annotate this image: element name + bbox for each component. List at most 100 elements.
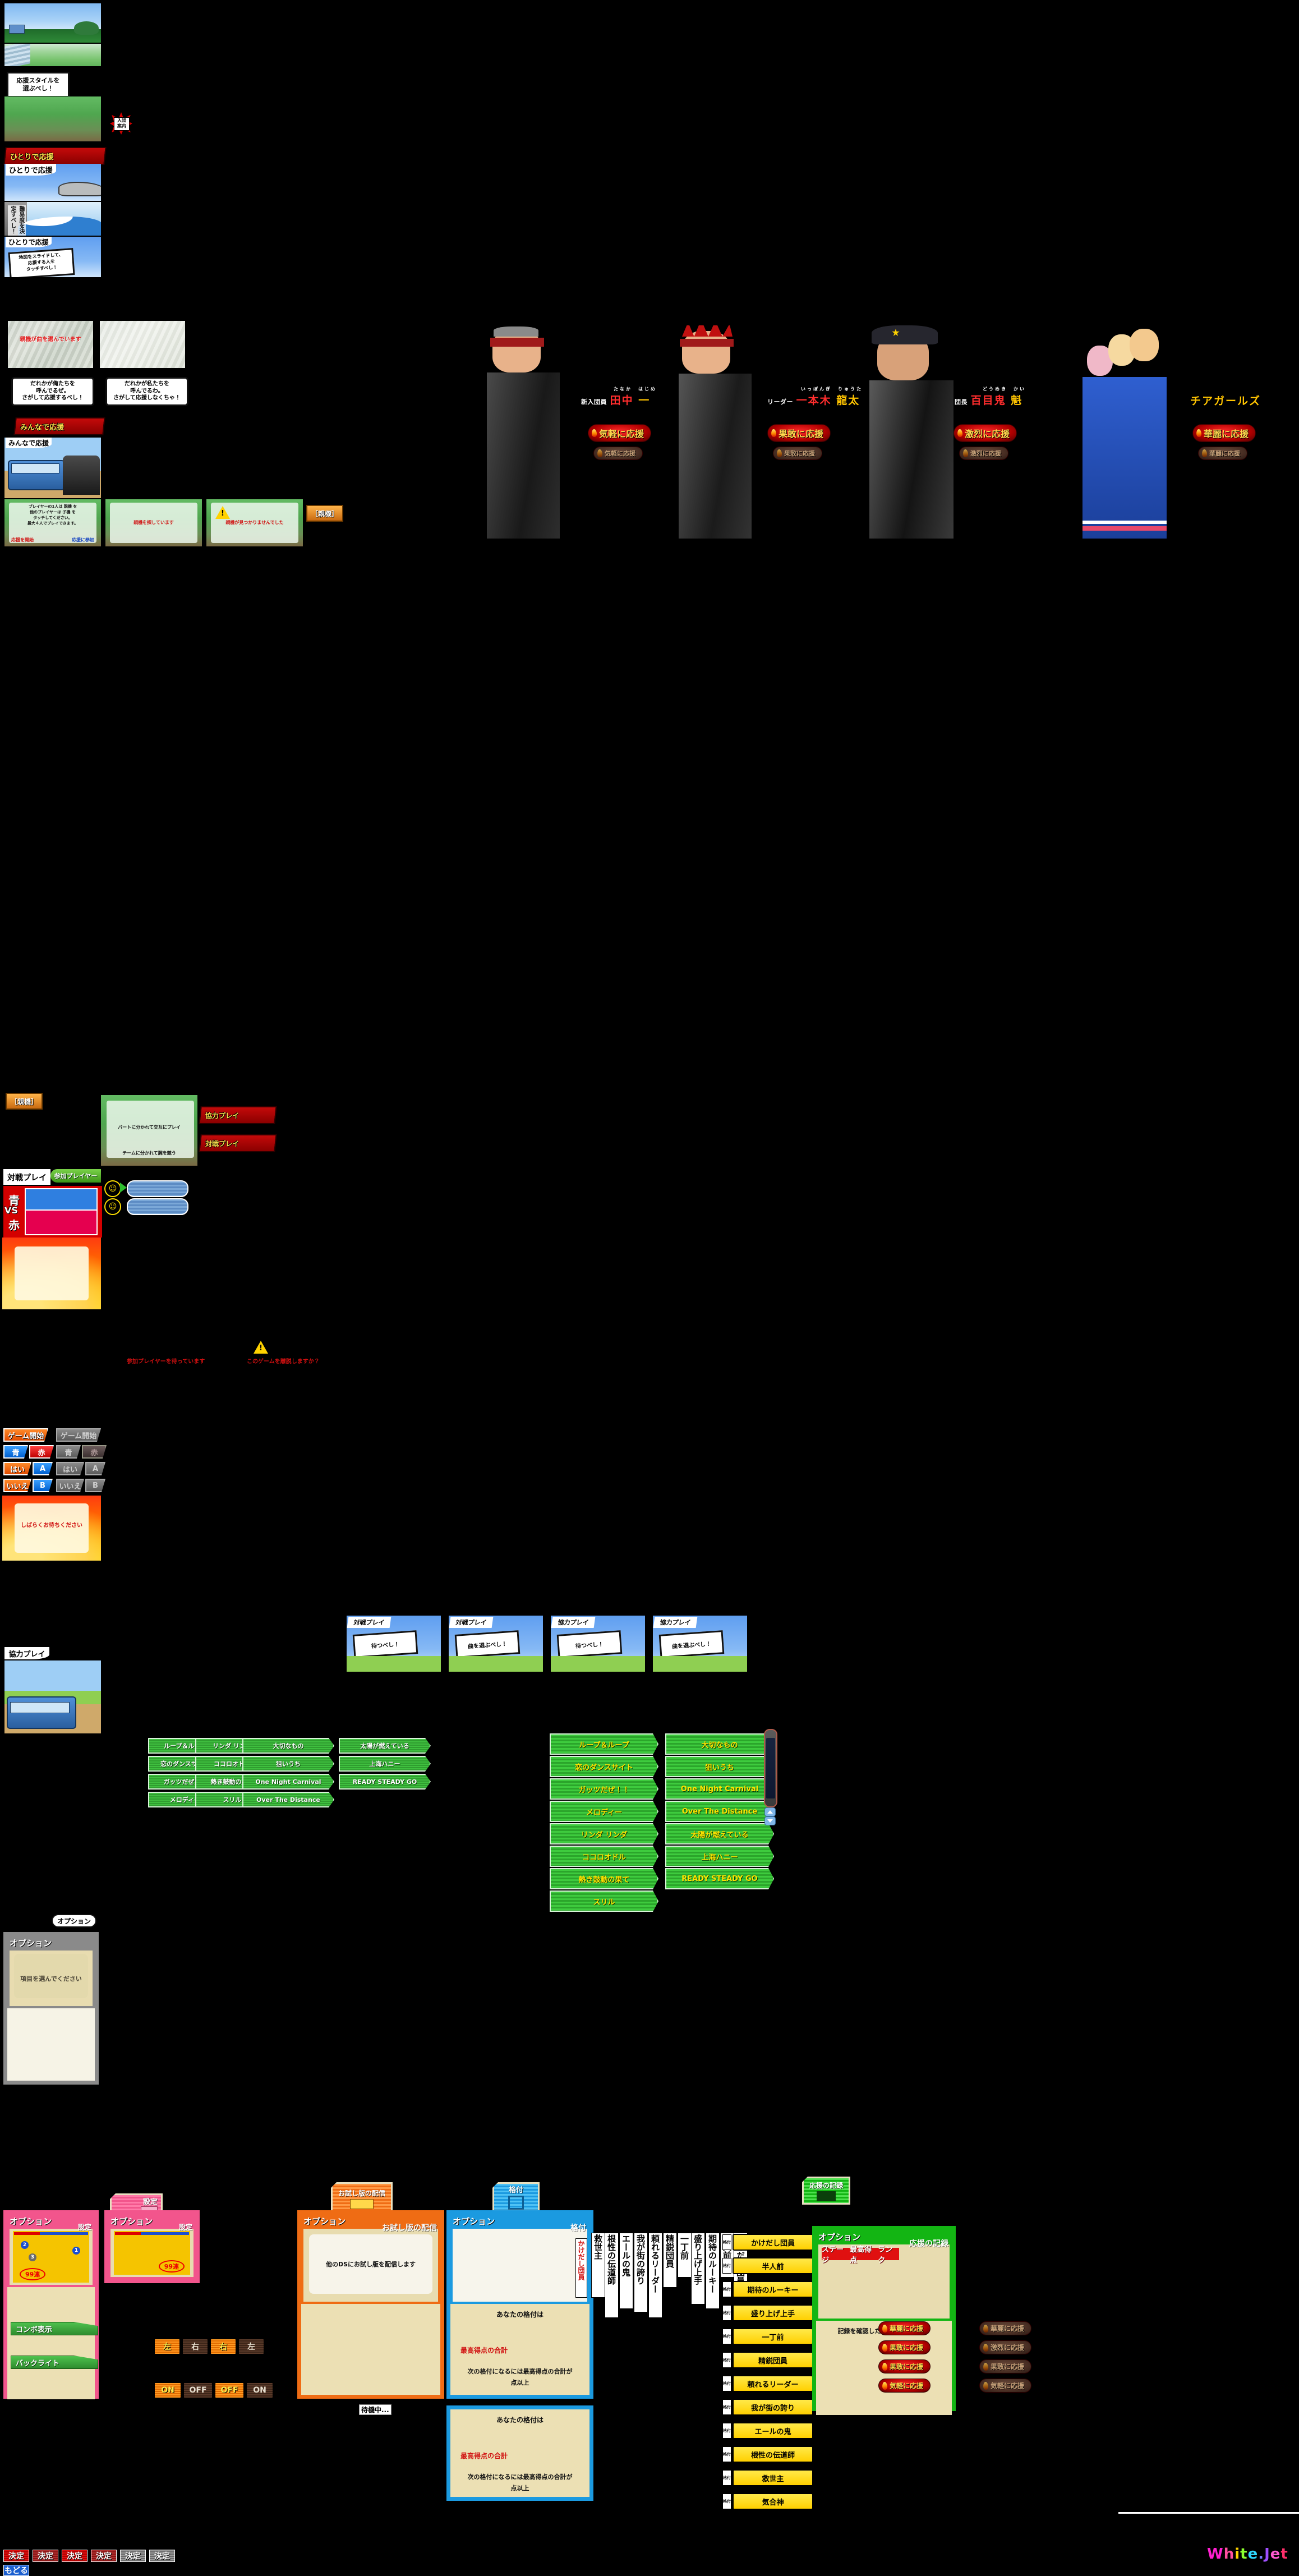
difficulty-button-dim-2[interactable]: 激烈に応援 [979,2340,1032,2354]
searching-host-text: 親機を探しています [133,520,174,525]
toggle-on-unselected[interactable]: ON [246,2382,274,2399]
song-list-item[interactable]: 恋のダンスサイト [550,1756,658,1777]
toggle-off-unselected[interactable]: OFF [183,2382,213,2399]
solo-cheer-banner[interactable]: ひとりで応援 [3,147,107,165]
song-button[interactable]: 太陽が燃えている [339,1738,431,1754]
toggle-on-selected[interactable]: ON [154,2382,182,2399]
difficulty-button-lit-3[interactable]: 果敢に応援 [878,2359,931,2373]
rank-pill[interactable]: エールの鬼 [733,2422,813,2439]
option-tab-record[interactable]: 応援の記録 [802,2177,850,2205]
toggle-right-unselected[interactable]: 右 [182,2338,209,2355]
toggle-off-selected[interactable]: OFF [214,2382,245,2399]
hit-marker-2: 2 [21,2241,29,2249]
song-list-item[interactable]: リンダ リンダ [550,1823,658,1844]
rank-tag: 格付 [722,2352,731,2368]
rank-pill[interactable]: 頼れるリーダー [733,2375,813,2392]
coop-play-title-bubble: 協力プレイ [4,1647,49,1659]
player-slot-2[interactable] [127,1198,188,1215]
rank-pill[interactable]: 半人前 [733,2257,813,2274]
song-list-item[interactable]: ココロオドル [550,1846,658,1867]
scroll-down-icon[interactable] [764,1816,776,1825]
rank-pill[interactable]: 我が街の誇り [733,2399,813,2416]
player-slot-1[interactable] [127,1180,188,1197]
difficulty-button-dim-4[interactable]: 気軽に応援 [979,2379,1032,2393]
rank-pill[interactable]: 期待のルーキー [733,2281,813,2298]
game-start-button[interactable]: ゲーム開始 [3,1428,48,1442]
song-list-item[interactable]: メロディー [550,1801,658,1822]
b-button[interactable]: B [33,1479,53,1492]
team-red-button[interactable]: 赤 [29,1445,54,1459]
options-tab-bubble[interactable]: オプション [52,1914,96,1928]
rank-pill[interactable]: 一丁前 [733,2328,813,2345]
host-selecting-song-text: 親機が曲を選んでいます [20,337,81,343]
download-subtitle: お試し版の配信 [382,2224,437,2233]
style-button-2-selected[interactable]: 果敢に応援 [767,424,831,442]
option-row-combo[interactable]: コンボ表示 [11,2322,98,2335]
rank-pill[interactable]: かけだし団員 [733,2234,813,2251]
yes-button[interactable]: はい [3,1462,31,1475]
coop-play-banner[interactable]: 協力プレイ [199,1106,277,1124]
rank-pill[interactable]: 救世主 [733,2469,813,2486]
difficulty-button-lit-1[interactable]: 華麗に応援 [878,2321,931,2335]
song-button[interactable]: One Night Carnival [242,1774,334,1790]
back-button[interactable]: もどる [3,2565,29,2576]
style-button-4-selected[interactable]: 華麗に応援 [1192,424,1256,442]
song-button[interactable]: READY STEADY GO [339,1774,431,1790]
song-list-item[interactable]: 熱き鼓動の果て [550,1868,658,1889]
style-button-3-dim[interactable]: 激烈に応援 [959,447,1008,460]
song-list-item[interactable]: 上海ハニー [665,1846,774,1867]
rank-pill[interactable]: 盛り上げ上手 [733,2304,813,2321]
a-button[interactable]: A [33,1462,53,1475]
kettei-button-3[interactable]: 決定 [62,2550,87,2562]
song-list-item[interactable]: READY STEADY GO [665,1868,774,1889]
kettei-button-2[interactable]: 決定 [33,2550,58,2562]
kettei-button-1[interactable]: 決定 [3,2550,29,2562]
difficulty-button-dim-1[interactable]: 華麗に応援 [979,2321,1032,2335]
song-list-item[interactable]: 太陽が燃えている [665,1823,774,1844]
rank-vertical-6: 精鋭団員 [663,2233,677,2288]
song-list-scrollbar[interactable] [764,1729,777,1807]
song-list-item[interactable]: 大切なもの [665,1733,774,1755]
song-list-item[interactable]: Over The Distance [665,1801,774,1822]
song-list-item[interactable]: One Night Carnival [665,1778,774,1800]
song-list-item[interactable]: スリル [550,1890,658,1912]
rank-pill[interactable]: 根性の伝道師 [733,2446,813,2463]
team-blue-button[interactable]: 青 [3,1445,28,1459]
song-button[interactable]: Over The Distance [242,1792,334,1807]
toggle-right-selected[interactable]: 右 [210,2338,237,2355]
join-cheer-button[interactable]: 応援に参加 [72,537,94,543]
yes-button-disabled: はい [56,1462,84,1475]
toggle-left-unselected[interactable]: 左 [238,2338,265,2355]
style-button-3-selected[interactable]: 激烈に応援 [953,424,1017,442]
song-button[interactable]: 大切なもの [242,1738,334,1754]
vs-play-banner[interactable]: 対戦プレイ [199,1134,277,1152]
screen-bus-group: みんなで応援 [4,438,101,498]
song-list-item[interactable]: ガッツだぜ！！ [550,1778,658,1800]
option-row-backlight[interactable]: バックライト [11,2356,98,2369]
rank-tag: 格付 [722,2376,731,2391]
style-button-2-dim[interactable]: 果敢に応援 [773,447,822,460]
style-button-4-dim[interactable]: 華麗に応援 [1198,447,1247,460]
start-cheer-button[interactable]: 応援を開始 [11,537,34,543]
difficulty-button-lit-4[interactable]: 気軽に応援 [878,2379,931,2393]
difficulty-button-dim-3[interactable]: 果敢に応援 [979,2359,1032,2373]
style-button-1-selected[interactable]: 気軽に応援 [588,424,652,442]
song-button[interactable]: 上海ハニー [339,1756,431,1772]
rank-pill[interactable]: 気合神 [733,2493,813,2510]
song-list-item[interactable]: 狙いうち [665,1756,774,1777]
everyone-cheer-banner[interactable]: みんなで応援 [13,417,105,435]
song-list-item[interactable]: ループ＆ループ [550,1733,658,1755]
difficulty-button-lit-2[interactable]: 果敢に応援 [878,2340,931,2354]
song-button[interactable]: 狙いうち [242,1756,334,1772]
no-button[interactable]: いいえ [3,1479,31,1492]
host-tag-badge-top: ［親機］ [306,505,343,522]
download-window-title: オプション [303,2216,346,2227]
song-screen-3-title: 協力プレイ [551,1617,596,1628]
style-button-1-dim[interactable]: 気軽に応援 [593,447,643,460]
rank-vertical-4: 盛り上げ上手 [691,2233,705,2304]
toggle-left-selected[interactable]: 左 [154,2338,181,2355]
kettei-button-4[interactable]: 決定 [91,2550,117,2562]
option-tab-rank[interactable]: 格付 [492,2182,540,2211]
scroll-up-icon[interactable] [764,1807,776,1816]
rank-pill[interactable]: 精鋭団員 [733,2352,813,2368]
